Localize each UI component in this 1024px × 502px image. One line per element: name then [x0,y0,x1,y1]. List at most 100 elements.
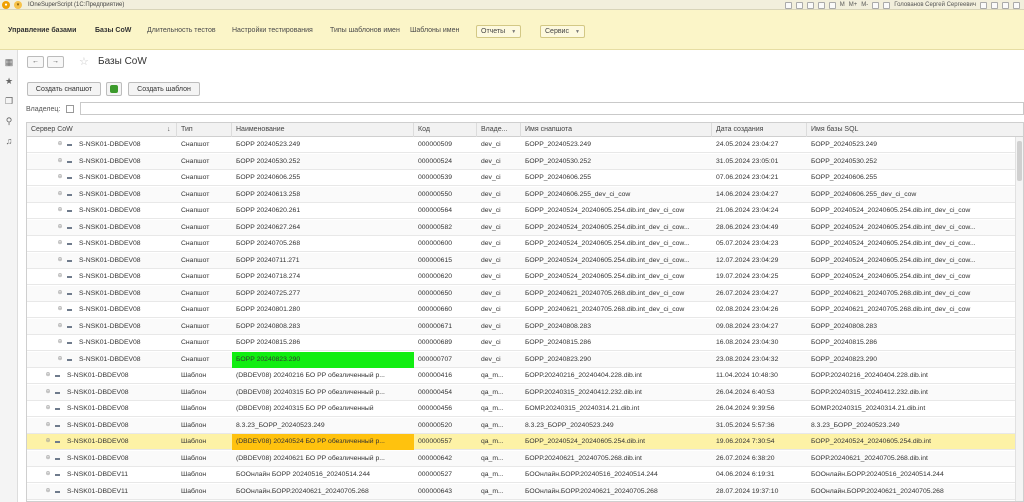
table-row[interactable]: ⊕ S-NSK01-DBDEV08 Снапшот БОРР 20240627.264… [27,219,1023,236]
apps-grid-icon[interactable]: ▦ [4,57,14,67]
section-name-template-types[interactable]: Типы шаблонов имен [330,27,400,34]
expand-icon[interactable]: ⊕ [57,224,63,231]
column-header-name[interactable]: Наименование [232,123,414,137]
owner-checkbox[interactable] [66,105,74,113]
column-header-code[interactable]: Код [414,123,477,137]
expand-icon[interactable]: ⊕ [45,471,51,478]
owner-input[interactable] [80,102,1024,115]
table-row[interactable]: ⊕ S-NSK01-DBDEV08 Снапшот БОРР 20240801.280… [27,302,1023,318]
expand-icon[interactable]: ⊕ [57,290,63,297]
expand-icon[interactable]: ⊕ [45,455,51,462]
expand-icon[interactable]: ⊕ [45,438,51,445]
expand-icon[interactable]: ⊕ [57,323,63,330]
expand-icon[interactable]: ⊕ [45,422,51,429]
forward-button[interactable]: → [47,56,64,68]
vertical-scrollbar[interactable] [1015,137,1023,501]
service-menu[interactable]: Сервис ▼ [540,25,585,38]
main-menu-icon[interactable]: ▾ [14,0,22,9]
table-row[interactable]: ⊕ S-NSK01-DBDEV08 Снапшот БОРР 20240823.290… [27,351,1023,368]
favorites-star-icon[interactable]: ★ [4,76,14,86]
table-row[interactable]: ⊕ S-NSK01-DBDEV08 Снапшот БОРР 20240718.274… [27,269,1023,285]
expand-icon[interactable]: ⊕ [57,174,63,181]
table-row[interactable]: ⊕ S-NSK01-DBDEV08 Шаблон (DBDEV08) 20240216… [27,368,1023,384]
section-name-templates[interactable]: Шаблоны имен [410,27,459,34]
expand-icon[interactable]: ⊕ [45,372,51,379]
table-row[interactable]: ⊕ S-NSK01-DBDEV08 Снапшот БОРР 20240705.268… [27,236,1023,252]
table-row[interactable]: ⊕ S-NSK01-DBDEV08 Снапшот БОРР 20240815.286… [27,335,1023,351]
memory-plus-button[interactable]: M+ [849,2,858,8]
table-row[interactable]: ⊕ S-NSK01-DBDEV11 Шаблон БООнлайн.БОРР.2024… [27,483,1023,500]
search-icon[interactable]: ⚲ [4,116,14,126]
user-name[interactable]: Голованов Сергей Сергеевич [894,2,976,8]
expand-icon[interactable]: ⊕ [57,306,63,313]
create-snapshot-button[interactable]: Создать снапшот [27,82,101,96]
section-cow-databases[interactable]: Базы CoW [95,27,131,34]
memory-minus-button[interactable]: M- [861,2,868,8]
table-row[interactable]: ⊕ S-NSK01-DBDEV08 Снапшот БОРР 20240725.277… [27,285,1023,302]
chevron-down-icon: ▼ [574,28,580,35]
bell-icon[interactable] [795,1,803,9]
maximize-icon[interactable] [1002,1,1009,9]
link-icon[interactable] [806,1,814,9]
cell-snapshot: БОРР_20240524_20240605.254.dib.int_dev_c… [525,223,690,231]
service-menu-label: Сервис [545,28,569,35]
section-test-duration[interactable]: Длительность тестов [147,27,216,34]
home-icon[interactable] [784,1,792,9]
column-header-type[interactable]: Тип [177,123,232,137]
expand-icon[interactable]: ⊕ [45,488,51,495]
table-row[interactable]: ⊕ S-NSK01-DBDEV08 Шаблон (DBDEV08) 20240621… [27,450,1023,467]
table-row[interactable]: ⊕ S-NSK01-DBDEV08 Шаблон (DBDEV08) 20240315… [27,384,1023,401]
cell-type: Шаблон [181,487,207,495]
expand-icon[interactable]: ⊕ [57,207,63,214]
column-header-server[interactable]: Сервер CoW [27,123,177,137]
settings-icon[interactable] [980,1,987,9]
column-header-snapshot-name[interactable]: Имя снапшота [521,123,712,137]
table-row[interactable]: ⊕ S-NSK01-DBDEV08 Снапшот БОРР 20240530.252… [27,153,1023,170]
expand-icon[interactable]: ⊕ [57,191,63,198]
column-header-sql-name[interactable]: Имя базы SQL [807,123,1023,137]
expand-icon[interactable]: ⊕ [45,389,51,396]
column-header-created-date[interactable]: Дата создания [712,123,807,137]
expand-icon[interactable]: ⊕ [57,339,63,346]
cell-code: 000000456 [418,405,453,412]
user-icon[interactable] [883,1,891,9]
table-row[interactable]: ⊕ S-NSK01-DBDEV08 Снапшот БОРР 20240523.249… [27,137,1023,153]
info-icon[interactable] [872,1,880,9]
back-button[interactable]: ← [27,56,44,68]
table-row[interactable]: ⊕ S-NSK01-DBDEV08 Снапшот БОРР 20240620.261… [27,203,1023,219]
cell-code: 000000582 [418,223,453,231]
scrollbar-thumb[interactable] [1017,141,1022,181]
reports-menu[interactable]: Отчеты ▼ [476,25,522,38]
cell-type: Снапшот [181,240,210,247]
close-icon[interactable] [1013,1,1020,9]
expand-icon[interactable]: ⊕ [57,158,63,165]
table-row[interactable]: ⊕ S-NSK01-DBDEV08 Шаблон 8.3.23_БОРР_202405… [27,417,1023,434]
column-header-owner[interactable]: Владе... [477,123,521,137]
table-row[interactable]: ⊕ S-NSK01-DBDEV08 Снапшот БОРР 20240606.255… [27,170,1023,186]
cell-name: БОРР 20240725.277 [236,289,301,297]
expand-icon[interactable]: ⊕ [45,405,51,412]
table-row[interactable]: ⊕ S-NSK01-DBDEV11 Шаблон БООнлайн БОРР 2024… [27,467,1023,483]
cell-sql: БОРР_20240823.290 [811,355,877,363]
table-row[interactable]: ⊕ S-NSK01-DBDEV08 Шаблон (DBDEV08) 20240315… [27,401,1023,417]
minimize-icon[interactable] [991,1,998,9]
expand-icon[interactable]: ⊕ [57,273,63,280]
history-icon[interactable]: ❐ [4,96,14,106]
notifications-bell-icon[interactable]: ♫ [4,136,14,146]
table-row[interactable]: ⊕ S-NSK01-DBDEV08 Снапшот БОРР 20240808.283… [27,318,1023,335]
section-test-settings[interactable]: Настройки тестирования [232,27,313,34]
expand-icon[interactable]: ⊕ [57,240,63,247]
table-row[interactable]: ⊕ S-NSK01-DBDEV08 Шаблон (DBDEV08) 20240524… [27,434,1023,450]
expand-icon[interactable]: ⊕ [57,257,63,264]
memory-button[interactable]: M [840,2,845,8]
expand-icon[interactable]: ⊕ [57,356,63,363]
refresh-button[interactable] [106,82,122,96]
table-row[interactable]: ⊕ S-NSK01-DBDEV08 Снапшот БОРР 20240711.271… [27,252,1023,269]
table-row[interactable]: ⊕ S-NSK01-DBDEV08 Снапшот БОРР 20240613.258… [27,186,1023,203]
history-icon[interactable] [817,1,825,9]
expand-icon[interactable]: ⊕ [57,141,63,148]
favorites-icon[interactable] [828,1,836,9]
section-manage-databases[interactable]: Управление базами [8,27,76,34]
create-template-button[interactable]: Создать шаблон [128,82,200,96]
favorite-star-icon[interactable]: ☆ [79,55,89,68]
